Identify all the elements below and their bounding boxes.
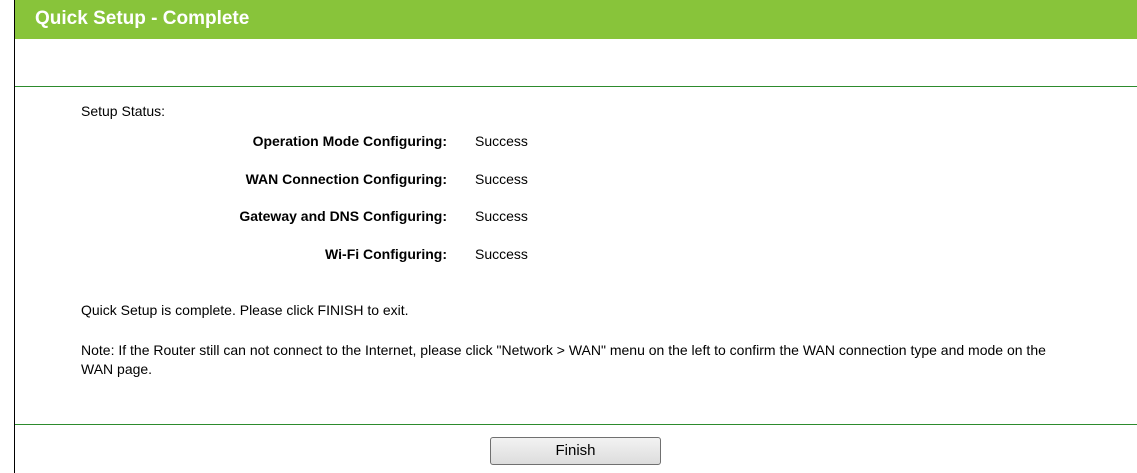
page-title: Quick Setup - Complete <box>35 8 250 29</box>
status-label: WAN Connection Configuring: <box>245 171 447 187</box>
panel-header: Quick Setup - Complete <box>15 0 1137 39</box>
status-value: Success <box>475 246 528 262</box>
status-value: Success <box>475 133 528 149</box>
top-divider <box>15 86 1137 87</box>
setup-panel: Quick Setup - Complete Setup Status: Ope… <box>14 0 1137 473</box>
setup-status-heading: Setup Status: <box>81 103 166 119</box>
bottom-divider <box>15 424 1137 425</box>
status-row-wan-connection: WAN Connection Configuring: Success <box>15 171 715 191</box>
status-label: Wi-Fi Configuring: <box>325 246 447 262</box>
status-value: Success <box>475 171 528 187</box>
status-label: Operation Mode Configuring: <box>252 133 447 149</box>
status-label: Gateway and DNS Configuring: <box>239 208 447 224</box>
status-row-operation-mode: Operation Mode Configuring: Success <box>15 133 715 153</box>
note-message: Note: If the Router still can not connec… <box>81 342 1046 377</box>
status-row-wifi: Wi-Fi Configuring: Success <box>15 246 715 266</box>
complete-message: Quick Setup is complete. Please click FI… <box>81 302 409 318</box>
status-row-gateway-dns: Gateway and DNS Configuring: Success <box>15 208 715 228</box>
status-value: Success <box>475 208 528 224</box>
finish-button[interactable]: Finish <box>490 437 661 465</box>
